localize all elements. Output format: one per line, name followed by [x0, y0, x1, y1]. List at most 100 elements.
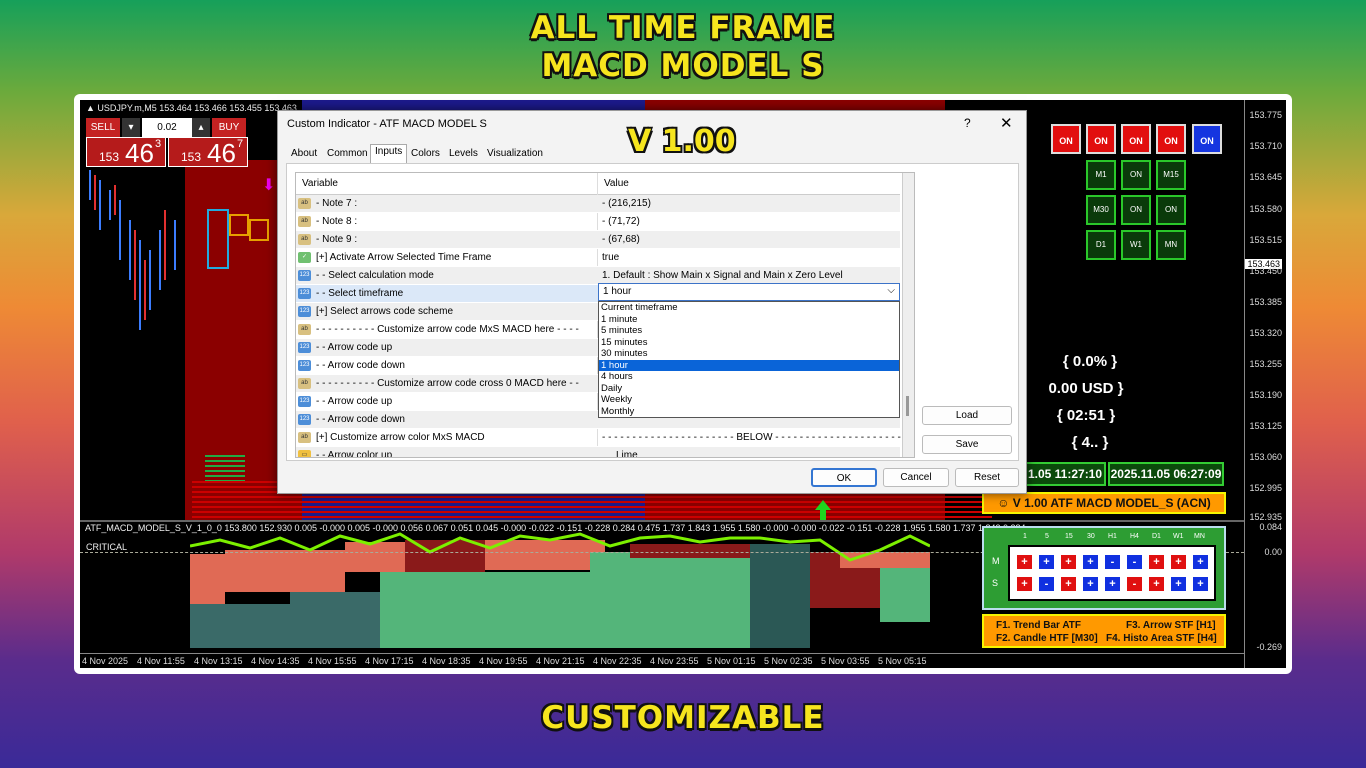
cancel-button[interactable]: Cancel [883, 468, 949, 487]
percent-value: { 0.0% } [1062, 353, 1118, 370]
tab-about[interactable]: About [287, 147, 321, 163]
grid-cell: + [1105, 577, 1120, 591]
tf-button[interactable]: ON [1156, 195, 1186, 225]
fkey-label: F3. Arrow STF [H1] [1126, 620, 1216, 631]
server-time: 2025.11.05 06:27:09 [1108, 462, 1224, 486]
banner-bottom: CUSTOMIZABLE [541, 700, 825, 736]
grid-cell: - [1105, 555, 1120, 569]
tab-colors[interactable]: Colors [407, 147, 444, 163]
price-tick: 153.450 [1249, 266, 1282, 276]
sell-price-box[interactable]: 153 46 3 [86, 137, 166, 168]
tab-inputs[interactable]: Inputs [370, 144, 408, 163]
text-icon: ab [298, 234, 311, 245]
grid-header: 1 [1023, 533, 1027, 540]
tab-common[interactable]: Common [323, 147, 372, 163]
price-tick: 153.255 [1249, 359, 1282, 369]
tf-button[interactable]: W1 [1121, 230, 1151, 260]
help-button[interactable]: ? [964, 116, 971, 130]
price-tick: 153.580 [1249, 204, 1282, 214]
grid-cell: + [1149, 555, 1164, 569]
dropdown-option[interactable]: Daily [599, 383, 899, 395]
dropdown-option[interactable]: Current timeframe [599, 302, 899, 314]
subwindow-separator[interactable] [80, 520, 1244, 522]
tf-button[interactable]: MN [1156, 230, 1186, 260]
fkey-label: F1. Trend Bar ATF [996, 620, 1082, 631]
number-icon: 123 [298, 306, 311, 317]
grid-cell: + [1083, 555, 1098, 569]
time-tick: 4 Nov 22:35 [593, 656, 642, 666]
indicator-tick: -0.269 [1256, 642, 1282, 652]
grid-cell: + [1193, 577, 1208, 591]
row-name: [+] Customize arrow color MxS MACD [316, 432, 485, 443]
custom-indicator-dialog: Custom Indicator - ATF MACD MODEL S ? ✕ … [277, 110, 1027, 494]
lot-up-button[interactable]: ▴ [192, 118, 210, 138]
tab-visualization[interactable]: Visualization [483, 147, 547, 163]
row-name: - - Arrow code down [316, 360, 405, 371]
tf-button[interactable]: D1 [1086, 230, 1116, 260]
tf-button[interactable]: ON [1121, 160, 1151, 190]
buy-button[interactable]: BUY [212, 118, 246, 138]
dropdown-option[interactable]: Monthly [599, 406, 899, 418]
table-row[interactable]: ✓ [+] Activate Arrow Selected Time Frame t… [296, 249, 900, 267]
grid-cell: + [1061, 555, 1076, 569]
buy-price-big: 46 [207, 138, 236, 168]
row-name: - - Arrow code down [316, 414, 405, 425]
lot-down-button[interactable]: ▾ [122, 118, 140, 138]
time-tick: 4 Nov 17:15 [365, 656, 414, 666]
timeframe-grid: 1 5 15 30 H1 H4 D1 W1 MN M S + + + + - -… [982, 526, 1226, 610]
time-tick: 4 Nov 2025 [82, 656, 129, 666]
tf-button[interactable]: ON [1121, 195, 1151, 225]
toggle-on-button[interactable]: ON [1192, 124, 1222, 154]
grid-row-label: M [992, 556, 1000, 566]
inputs-table: Variable Value ab - Note 7 : - (216,215) a… [295, 172, 915, 458]
price-tick: 153.060 [1249, 452, 1282, 462]
reset-button[interactable]: Reset [955, 468, 1019, 487]
sell-button[interactable]: SELL [86, 118, 120, 138]
toggle-on-button[interactable]: ON [1121, 124, 1151, 154]
tab-levels[interactable]: Levels [445, 147, 482, 163]
ok-button[interactable]: OK [811, 468, 877, 487]
dropdown-option[interactable]: 5 minutes [599, 325, 899, 337]
save-button[interactable]: Save [922, 435, 1012, 454]
dropdown-option[interactable]: 30 minutes [599, 348, 899, 360]
table-row[interactable]: ab - Note 8 : - (71,72) [296, 213, 900, 231]
tf-button[interactable]: M1 [1086, 160, 1116, 190]
table-row[interactable]: ▭ - - Arrow color up Lime [296, 447, 900, 457]
toggle-on-button[interactable]: ON [1086, 124, 1116, 154]
number-icon: 123 [298, 342, 311, 353]
close-icon[interactable]: ✕ [1000, 114, 1013, 132]
time-tick: 5 Nov 01:15 [707, 656, 756, 666]
dropdown-option[interactable]: 15 minutes [599, 337, 899, 349]
dropdown-option[interactable]: 1 minute [599, 314, 899, 326]
scroll-thumb[interactable] [906, 396, 909, 416]
column-header-value[interactable]: Value [598, 173, 900, 195]
dropdown-option[interactable]: Weekly [599, 394, 899, 406]
row-value: - (71,72) [602, 216, 640, 227]
buy-price-box[interactable]: 153 46 7 [168, 137, 248, 168]
toggle-on-button[interactable]: ON [1156, 124, 1186, 154]
column-header-variable[interactable]: Variable [296, 173, 598, 195]
dropdown-option-selected[interactable]: 1 hour [599, 359, 899, 371]
table-row[interactable]: ab [+] Customize arrow color MxS MACD - - … [296, 429, 907, 447]
row-name: [+] Select arrows code scheme [316, 306, 454, 317]
price-tick: 152.935 [1249, 512, 1282, 522]
table-row[interactable]: ab - Note 7 : - (216,215) [296, 195, 900, 213]
lot-input[interactable]: 0.02 [142, 118, 192, 138]
dropdown-option[interactable]: 4 hours [599, 371, 899, 383]
load-button[interactable]: Load [922, 406, 1012, 425]
timeframe-dropdown: Current timeframe 1 minute 5 minutes 15 … [598, 301, 900, 418]
signal-dots [205, 452, 245, 482]
sell-price-small: 153 [99, 150, 120, 164]
timeframe-select[interactable]: 1 hour ⌵ [598, 283, 900, 301]
table-row[interactable]: ab - Note 9 : - (67,68) [296, 231, 900, 249]
time-tick: 4 Nov 21:15 [536, 656, 585, 666]
toggle-on-button[interactable]: ON [1051, 124, 1081, 154]
select-value: 1 hour [603, 286, 632, 297]
grid-header: H4 [1130, 533, 1139, 540]
indicator-tick: 0.084 [1259, 522, 1282, 532]
version-label: V 1.00 [628, 124, 736, 159]
tf-button[interactable]: M30 [1086, 195, 1116, 225]
fkey-label: F2. Candle HTF [M30] [996, 633, 1098, 644]
row-value: true [602, 252, 620, 263]
tf-button[interactable]: M15 [1156, 160, 1186, 190]
